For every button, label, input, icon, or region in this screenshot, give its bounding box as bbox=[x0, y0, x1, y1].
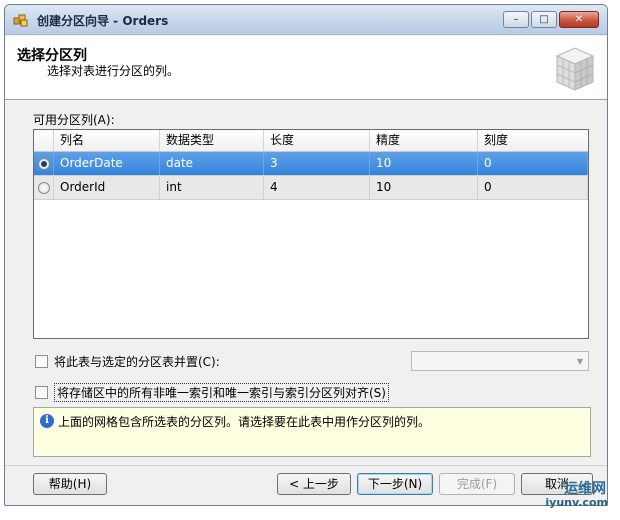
collocate-checkbox[interactable] bbox=[35, 355, 48, 368]
watermark-domain: iyunv.com bbox=[545, 496, 608, 509]
row-radio-unselected[interactable] bbox=[37, 181, 50, 194]
grid-cell-name: OrderDate bbox=[54, 152, 160, 175]
grid-header-column-name[interactable]: 列名 bbox=[54, 130, 160, 151]
grid-cell-type: int bbox=[160, 176, 264, 199]
grid-cell-scale: 0 bbox=[478, 176, 588, 199]
grid-header-data-type[interactable]: 数据类型 bbox=[160, 130, 264, 151]
grid-header-select bbox=[34, 130, 54, 151]
partition-columns-grid: 列名 数据类型 长度 精度 刻度 OrderDate date 3 10 0 O… bbox=[33, 129, 589, 339]
site-watermark: 运维网 iyunv.com bbox=[510, 478, 614, 516]
window-title: 创建分区向导 - Orders bbox=[37, 14, 169, 28]
info-icon: i bbox=[40, 414, 54, 428]
button-separator bbox=[5, 465, 607, 466]
grid-header-precision[interactable]: 精度 bbox=[370, 130, 478, 151]
grid-select-cell[interactable] bbox=[34, 152, 54, 175]
info-panel: i 上面的网格包含所选表的分区列。请选择要在此表中用作分区列的列。 bbox=[33, 407, 591, 457]
maximize-button[interactable]: □ bbox=[531, 11, 557, 28]
chevron-down-icon[interactable]: ▼ bbox=[572, 352, 588, 370]
wizard-header: 选择分区列 选择对表进行分区的列。 bbox=[5, 36, 607, 100]
next-button[interactable]: 下一步(N) bbox=[357, 473, 433, 495]
grid-header-scale[interactable]: 刻度 bbox=[478, 130, 588, 151]
grid-cell-scale: 0 bbox=[478, 152, 588, 175]
cube-grid-icon bbox=[555, 47, 595, 91]
title-bar[interactable]: 创建分区向导 - Orders – □ ✕ bbox=[5, 5, 607, 35]
available-columns-label: 可用分区列(A): bbox=[33, 113, 115, 127]
app-icon bbox=[13, 14, 28, 27]
grid-cell-length: 3 bbox=[264, 152, 370, 175]
row-radio-selected[interactable] bbox=[37, 157, 50, 170]
page-subtitle: 选择对表进行分区的列。 bbox=[47, 64, 180, 78]
collocate-option[interactable]: 将此表与选定的分区表并置(C): bbox=[35, 353, 220, 370]
grid-row-orderid[interactable]: OrderId int 4 10 0 bbox=[34, 176, 588, 200]
grid-header-length[interactable]: 长度 bbox=[264, 130, 370, 151]
grid-select-cell[interactable] bbox=[34, 176, 54, 199]
wizard-window: 创建分区向导 - Orders – □ ✕ 选择分区列 选择对表进行分区的列。 … bbox=[4, 4, 608, 506]
watermark-site-name: 运维网 bbox=[564, 481, 606, 497]
collocate-label[interactable]: 将此表与选定的分区表并置(C): bbox=[54, 353, 220, 370]
grid-row-orderdate[interactable]: OrderDate date 3 10 0 bbox=[34, 152, 588, 176]
grid-cell-name: OrderId bbox=[54, 176, 160, 199]
close-button[interactable]: ✕ bbox=[559, 11, 599, 28]
align-indexes-label[interactable]: 将存储区中的所有非唯一索引和唯一索引与索引分区列对齐(S) bbox=[54, 383, 389, 402]
info-text: 上面的网格包含所选表的分区列。请选择要在此表中用作分区列的列。 bbox=[58, 415, 431, 429]
back-button[interactable]: < 上一步 bbox=[277, 473, 351, 495]
grid-cell-length: 4 bbox=[264, 176, 370, 199]
grid-cell-precision: 10 bbox=[370, 152, 478, 175]
grid-header: 列名 数据类型 长度 精度 刻度 bbox=[34, 130, 588, 152]
finish-button: 完成(F) bbox=[439, 473, 515, 495]
window-controls: – □ ✕ bbox=[503, 11, 599, 28]
help-button[interactable]: 帮助(H) bbox=[33, 473, 107, 495]
align-indexes-checkbox[interactable] bbox=[35, 386, 48, 399]
grid-cell-type: date bbox=[160, 152, 264, 175]
minimize-button[interactable]: – bbox=[503, 11, 529, 28]
partitioned-table-combo[interactable]: ▼ bbox=[411, 351, 589, 371]
align-indexes-option[interactable]: 将存储区中的所有非唯一索引和唯一索引与索引分区列对齐(S) bbox=[35, 383, 389, 402]
grid-cell-precision: 10 bbox=[370, 176, 478, 199]
